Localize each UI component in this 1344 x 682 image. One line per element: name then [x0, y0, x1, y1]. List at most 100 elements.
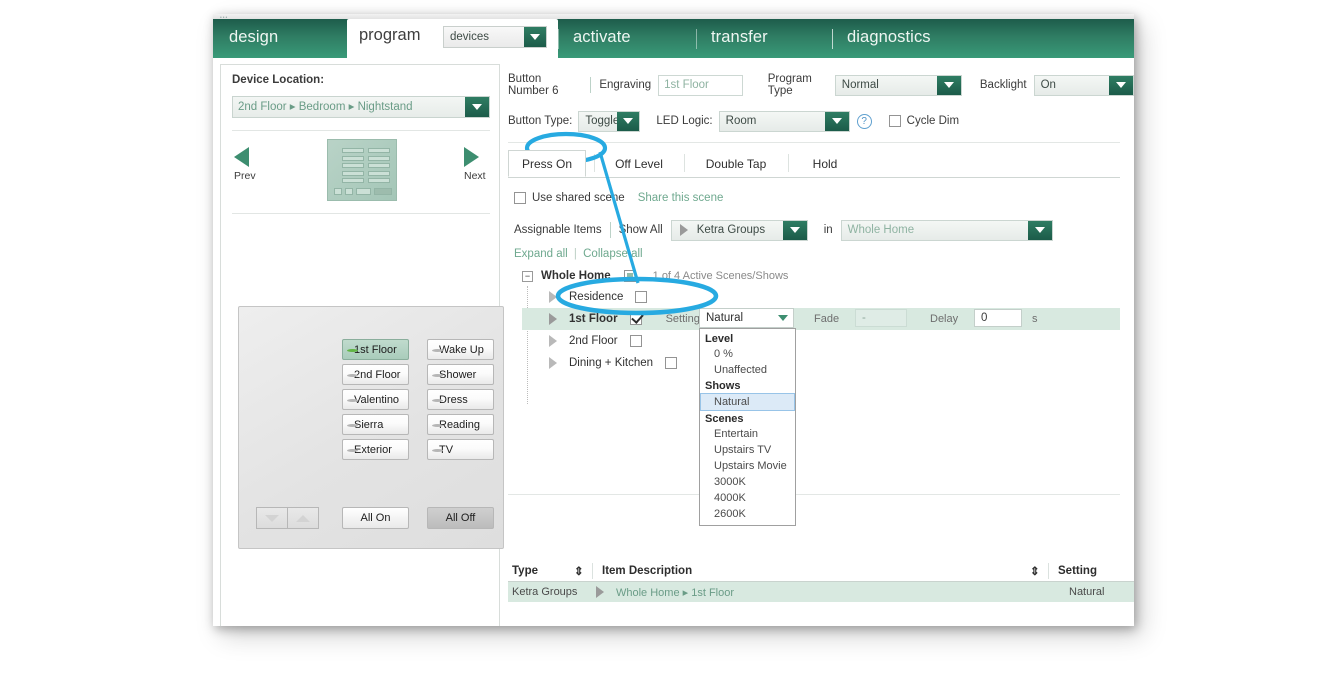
- tree-row-residence[interactable]: Residence: [522, 286, 1120, 308]
- prev-label: Prev: [234, 170, 256, 182]
- column-header-setting[interactable]: Setting: [1049, 565, 1119, 577]
- devices-dropdown-value: devices: [450, 31, 489, 43]
- dropdown-item-3000k[interactable]: 3000K: [700, 474, 795, 490]
- keypad-button-wake-up[interactable]: Wake Up: [427, 339, 494, 360]
- dropdown-item-0-percent[interactable]: 0 %: [700, 346, 795, 362]
- keypad-button-exterior[interactable]: Exterior: [342, 439, 409, 460]
- keypad-button-2nd-floor[interactable]: 2nd Floor: [342, 364, 409, 385]
- keypad-button-all-on[interactable]: All On: [342, 507, 409, 529]
- use-shared-scene-checkbox[interactable]: [514, 192, 526, 204]
- chevron-down-icon[interactable]: [824, 111, 849, 131]
- tab-press-on[interactable]: Press On: [508, 150, 586, 177]
- next-device-button[interactable]: Next: [464, 147, 486, 182]
- devices-dropdown[interactable]: devices: [443, 26, 547, 48]
- help-icon[interactable]: ?: [856, 113, 872, 129]
- section-divider: [508, 142, 1120, 143]
- prev-device-button[interactable]: Prev: [234, 147, 256, 182]
- keypad-button-tv[interactable]: TV: [427, 439, 494, 460]
- dropdown-item-upstairs-tv[interactable]: Upstairs TV: [700, 442, 795, 458]
- residence-checkbox[interactable]: [635, 291, 648, 303]
- dropdown-item-natural[interactable]: Natural: [700, 393, 795, 411]
- setting-value: Natural: [706, 312, 744, 324]
- setting-dropdown-menu[interactable]: Level 0 % Unaffected Shows Natural Scene…: [699, 328, 796, 526]
- dropdown-item-entertain[interactable]: Entertain: [700, 426, 795, 442]
- nav-tab-transfer[interactable]: transfer: [711, 19, 768, 58]
- fade-label: Fade: [814, 313, 840, 325]
- delay-input[interactable]: 0: [974, 309, 1022, 327]
- whole-home-checkbox[interactable]: [623, 270, 636, 282]
- in-scope-dropdown[interactable]: Whole Home: [840, 219, 1053, 241]
- keypad-button-1st-floor[interactable]: 1st Floor: [342, 339, 409, 360]
- tab-hold[interactable]: Hold: [797, 150, 853, 177]
- in-label: in: [823, 224, 833, 236]
- share-this-scene-link[interactable]: Share this scene: [638, 192, 724, 204]
- keypad-button-dress[interactable]: Dress: [427, 389, 494, 410]
- keypad-button-all-off[interactable]: All Off: [427, 507, 494, 529]
- keypad-column-left: 1st Floor 2nd Floor Valentino Sierra Ext…: [342, 339, 409, 464]
- nav-tab-design[interactable]: design: [229, 19, 278, 58]
- sort-icon[interactable]: ⇕: [574, 564, 592, 578]
- column-header-item-description[interactable]: Item Description: [593, 565, 1030, 577]
- assignable-items-label: Assignable Items: [514, 224, 602, 236]
- chevron-down-icon[interactable]: [617, 111, 640, 131]
- table-row[interactable]: Ketra Groups Whole Home ▸ 1st Floor Natu…: [508, 582, 1134, 602]
- show-all-dropdown[interactable]: Ketra Groups: [670, 219, 808, 241]
- 2nd-floor-checkbox[interactable]: [629, 335, 642, 347]
- ketra-group-icon: [679, 223, 691, 237]
- nav-tab-activate[interactable]: activate: [573, 19, 631, 58]
- tree-row-dining-kitchen[interactable]: Dining + Kitchen: [522, 352, 1120, 374]
- tab-separator-1: [594, 154, 595, 172]
- dropdown-item-4000k[interactable]: 4000K: [700, 490, 795, 506]
- fade-value: -: [862, 312, 866, 324]
- tree-node-label: Whole Home: [541, 270, 611, 282]
- tree-row-whole-home[interactable]: − Whole Home 1 of 4 Active Scenes/Shows: [522, 266, 1120, 286]
- dropdown-item-upstairs-movie[interactable]: Upstairs Movie: [700, 458, 795, 474]
- dimmer-down-button[interactable]: [257, 508, 287, 528]
- cycle-dim-checkbox[interactable]: [888, 115, 901, 127]
- chevron-down-icon[interactable]: [465, 97, 489, 117]
- chevron-down-icon[interactable]: [936, 75, 961, 95]
- chevron-down-icon[interactable]: [782, 220, 807, 240]
- led-indicator-icon: [347, 399, 358, 402]
- keypad-button-label: All Off: [445, 512, 476, 524]
- device-location-dropdown[interactable]: 2nd Floor ▸ Bedroom ▸ Nightstand: [232, 96, 490, 118]
- chevron-down-icon[interactable]: [778, 315, 788, 321]
- backlight-dropdown[interactable]: On: [1033, 74, 1134, 96]
- led-logic-dropdown[interactable]: Room: [718, 110, 850, 132]
- device-thumbnail[interactable]: [327, 139, 397, 201]
- tab-separator-3: [788, 154, 789, 172]
- dimmer-up-button[interactable]: [288, 508, 318, 528]
- dimmer-rocker[interactable]: [256, 507, 319, 529]
- nav-tab-diagnostics-label: diagnostics: [847, 28, 931, 46]
- button-type-dropdown[interactable]: Toggle: [578, 110, 641, 132]
- program-type-value: Normal: [841, 79, 879, 91]
- nav-tab-diagnostics[interactable]: diagnostics: [847, 19, 931, 58]
- tree-row-1st-floor[interactable]: 1st Floor Setting Natural Fade - Delay 0: [522, 308, 1120, 526]
- ketra-group-icon: [549, 312, 560, 326]
- 1st-floor-checkbox[interactable]: [629, 313, 642, 325]
- collapse-expander-icon[interactable]: −: [522, 270, 533, 282]
- dining-kitchen-checkbox[interactable]: [665, 357, 678, 369]
- tree-row-2nd-floor[interactable]: 2nd Floor: [522, 330, 1120, 352]
- keypad-button-reading[interactable]: Reading: [427, 414, 494, 435]
- chevron-down-icon[interactable]: [1027, 220, 1052, 240]
- setting-dropdown[interactable]: Natural: [699, 308, 794, 328]
- keypad-button-shower[interactable]: Shower: [427, 364, 494, 385]
- expand-all-link[interactable]: Expand all: [514, 248, 568, 260]
- collapse-all-link[interactable]: Collapse all: [583, 248, 642, 260]
- sort-icon[interactable]: ⇕: [1030, 564, 1048, 578]
- column-header-type[interactable]: Type: [508, 565, 574, 577]
- nav-tab-program[interactable]: program devices: [347, 19, 558, 58]
- keypad-button-sierra[interactable]: Sierra: [342, 414, 409, 435]
- keypad-button-valentino[interactable]: Valentino: [342, 389, 409, 410]
- dropdown-item-unaffected[interactable]: Unaffected: [700, 362, 795, 378]
- tab-double-tap[interactable]: Double Tap: [693, 150, 779, 177]
- engraving-input[interactable]: 1st Floor: [658, 74, 743, 96]
- backlight-label: Backlight: [979, 79, 1027, 91]
- chevron-down-icon[interactable]: [1108, 75, 1133, 95]
- dropdown-item-2600k[interactable]: 2600K: [700, 506, 795, 522]
- chevron-down-icon[interactable]: [524, 27, 546, 47]
- tab-off-level[interactable]: Off Level: [603, 150, 675, 177]
- program-settings-panel: Button Number 6 Engraving 1st Floor Prog…: [508, 64, 1134, 626]
- program-type-dropdown[interactable]: Normal: [834, 74, 962, 96]
